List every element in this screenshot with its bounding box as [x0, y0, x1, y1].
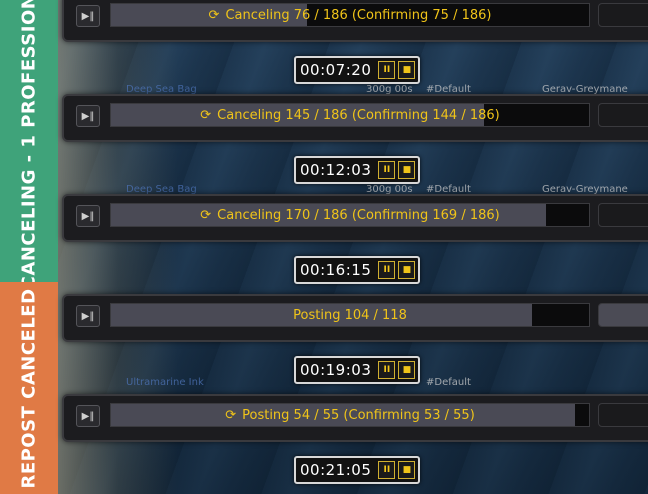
stop-button[interactable]: ■ [398, 361, 416, 379]
timer-text: 00:19:03 [300, 361, 372, 379]
timer-text: 00:12:03 [300, 161, 372, 179]
progress-bar: Posting 104 / 118 [110, 303, 590, 327]
action-button[interactable] [598, 403, 648, 427]
auction-status-panel: ▶‖ ⟳ Canceling 76 / 186 (Confirming 75 / … [62, 0, 648, 42]
action-button[interactable] [598, 103, 648, 127]
refresh-icon: ⟳ [200, 207, 212, 223]
pause-icon: II [383, 165, 391, 175]
play-pause-button[interactable]: ▶‖ [76, 405, 100, 427]
section-label-canceling: CANCELING - 1 PROFESSION [0, 0, 58, 289]
play-pause-button[interactable]: ▶‖ [76, 105, 100, 127]
timer-text: 00:21:05 [300, 461, 372, 479]
progress-label: ⟳ Canceling 145 / 186 (Confirming 144 / 1… [111, 104, 589, 126]
auction-status-panel: ▶‖ Posting 104 / 118 [62, 294, 648, 342]
pause-icon: II [383, 265, 391, 275]
progress-bar: ⟳ Canceling 76 / 186 (Confirming 75 / 186… [110, 3, 590, 27]
progress-text: Canceling 76 / 186 (Confirming 75 / 186) [225, 7, 492, 23]
action-button[interactable] [598, 203, 648, 227]
pause-button[interactable]: II [378, 61, 396, 79]
play-pause-icon: ▶‖ [81, 410, 95, 422]
section-label-repost: REPOST CANCELED [0, 282, 58, 494]
progress-bar: ⟳ Canceling 145 / 186 (Confirming 144 / 1… [110, 103, 590, 127]
pause-icon: II [383, 65, 391, 75]
elapsed-timer: 00:19:03 II ■ [294, 356, 421, 384]
progress-label: ⟳ Canceling 170 / 186 (Confirming 169 / 1… [111, 204, 589, 226]
progress-text: Canceling 170 / 186 (Confirming 169 / 18… [217, 207, 500, 223]
timer-text: 00:16:15 [300, 261, 372, 279]
pause-button[interactable]: II [378, 161, 396, 179]
stop-icon: ■ [402, 465, 412, 475]
stop-icon: ■ [402, 165, 412, 175]
progress-label: ⟳ Posting 54 / 55 (Confirming 53 / 55) [111, 404, 589, 426]
elapsed-timer: 00:07:20 II ■ [294, 56, 421, 84]
stop-button[interactable]: ■ [398, 161, 416, 179]
refresh-icon: ⟳ [208, 7, 220, 23]
elapsed-timer: 00:21:05 II ■ [294, 456, 421, 484]
pause-button[interactable]: II [378, 261, 396, 279]
progress-bar: ⟳ Posting 54 / 55 (Confirming 53 / 55) [110, 403, 590, 427]
section-label-canceling-text: CANCELING - 1 PROFESSION [18, 0, 40, 289]
section-label-repost-text: REPOST CANCELED [18, 287, 40, 489]
stop-icon: ■ [402, 365, 412, 375]
refresh-icon: ⟳ [225, 407, 237, 423]
stop-button[interactable]: ■ [398, 61, 416, 79]
play-pause-icon: ▶‖ [81, 10, 95, 22]
pause-icon: II [383, 365, 391, 375]
refresh-icon: ⟳ [200, 107, 212, 123]
ghost-item-group: #Default [426, 377, 471, 388]
action-button[interactable] [598, 3, 648, 27]
elapsed-timer: 00:16:15 II ■ [294, 256, 421, 284]
auction-status-panel: ▶‖ ⟳ Canceling 145 / 186 (Confirming 144 … [62, 94, 648, 142]
timer-text: 00:07:20 [300, 61, 372, 79]
stop-button[interactable]: ■ [398, 261, 416, 279]
play-pause-button[interactable]: ▶‖ [76, 305, 100, 327]
auction-status-panel: ▶‖ ⟳ Posting 54 / 55 (Confirming 53 / 55) [62, 394, 648, 442]
progress-text: Canceling 145 / 186 (Confirming 144 / 18… [217, 107, 500, 123]
stop-icon: ■ [402, 65, 412, 75]
progress-label: ⟳ Canceling 76 / 186 (Confirming 75 / 186… [111, 4, 589, 26]
play-pause-button[interactable]: ▶‖ [76, 205, 100, 227]
pause-button[interactable]: II [378, 361, 396, 379]
auction-status-panel: ▶‖ ⟳ Canceling 170 / 186 (Confirming 169 … [62, 194, 648, 242]
progress-text: Posting 104 / 118 [293, 307, 407, 323]
progress-bar: ⟳ Canceling 170 / 186 (Confirming 169 / 1… [110, 203, 590, 227]
stop-button[interactable]: ■ [398, 461, 416, 479]
ghost-item-name: Ultramarine Ink [126, 377, 204, 388]
play-pause-icon: ▶‖ [81, 310, 95, 322]
stop-icon: ■ [402, 265, 412, 275]
action-button[interactable] [598, 303, 648, 327]
play-pause-icon: ▶‖ [81, 210, 95, 222]
play-pause-button[interactable]: ▶‖ [76, 5, 100, 27]
pause-icon: II [383, 465, 391, 475]
play-pause-icon: ▶‖ [81, 110, 95, 122]
progress-label: Posting 104 / 118 [111, 304, 589, 326]
progress-text: Posting 54 / 55 (Confirming 53 / 55) [242, 407, 475, 423]
pause-button[interactable]: II [378, 461, 396, 479]
elapsed-timer: 00:12:03 II ■ [294, 156, 421, 184]
